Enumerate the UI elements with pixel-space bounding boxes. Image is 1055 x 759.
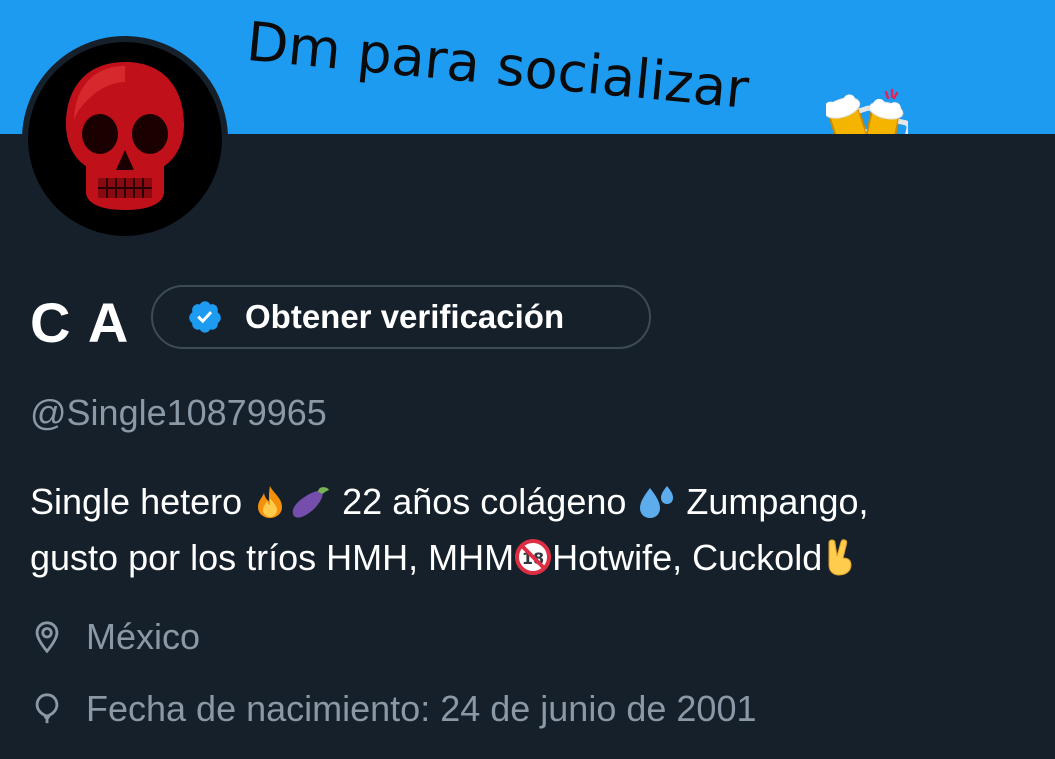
profile-handle: @Single10879965 bbox=[30, 392, 327, 433]
birthdate-text: Fecha de nacimiento: 24 de junio de 2001 bbox=[86, 688, 757, 729]
profile-bio: Single hetero 22 años colágeno Zumpango,… bbox=[30, 474, 1040, 586]
sweat-droplets-icon bbox=[640, 486, 674, 518]
red-skull-avatar bbox=[28, 42, 222, 236]
bio-text: 22 años colágeno bbox=[332, 481, 637, 522]
victory-hand-icon bbox=[828, 539, 852, 576]
bio-text: Single hetero bbox=[30, 481, 253, 522]
banner-text: Dm para socializar bbox=[243, 10, 752, 121]
bio-text: Hotwife, Cuckold bbox=[552, 537, 823, 578]
balloon-icon bbox=[35, 693, 59, 724]
bio-text: gusto por los tríos HMH, MHM bbox=[30, 537, 515, 578]
get-verified-button[interactable]: Obtener verificación bbox=[151, 285, 651, 349]
profile-location: México bbox=[30, 616, 200, 658]
profile-birthdate: Fecha de nacimiento: 24 de junio de 2001 bbox=[30, 688, 756, 730]
eggplant-icon bbox=[292, 487, 330, 518]
location-text: México bbox=[86, 616, 201, 657]
location-pin-icon bbox=[35, 621, 59, 654]
get-verified-label: Obtener verificación bbox=[245, 298, 565, 335]
profile-avatar[interactable] bbox=[22, 36, 228, 242]
fire-icon bbox=[258, 486, 283, 518]
profile-name: C A bbox=[30, 291, 131, 354]
verified-badge-icon bbox=[189, 301, 221, 333]
no-under-18-icon: 18 bbox=[515, 539, 552, 575]
bio-text: Zumpango, bbox=[676, 481, 869, 522]
